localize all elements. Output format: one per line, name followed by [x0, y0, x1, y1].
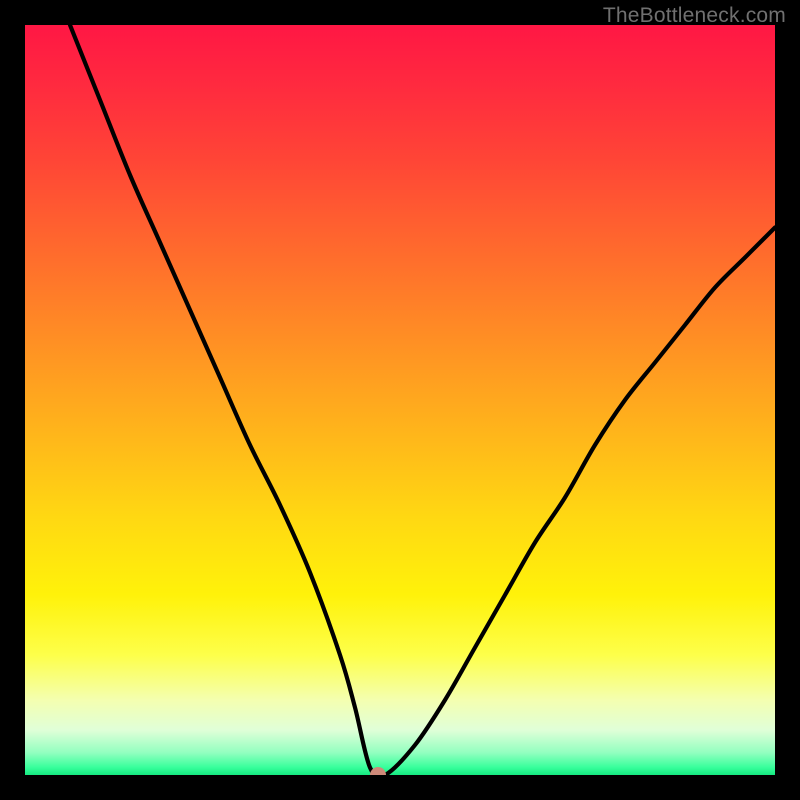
bottleneck-curve: [25, 25, 775, 775]
chart-frame: TheBottleneck.com: [0, 0, 800, 800]
plot-area: [25, 25, 775, 775]
watermark-label: TheBottleneck.com: [603, 4, 786, 28]
